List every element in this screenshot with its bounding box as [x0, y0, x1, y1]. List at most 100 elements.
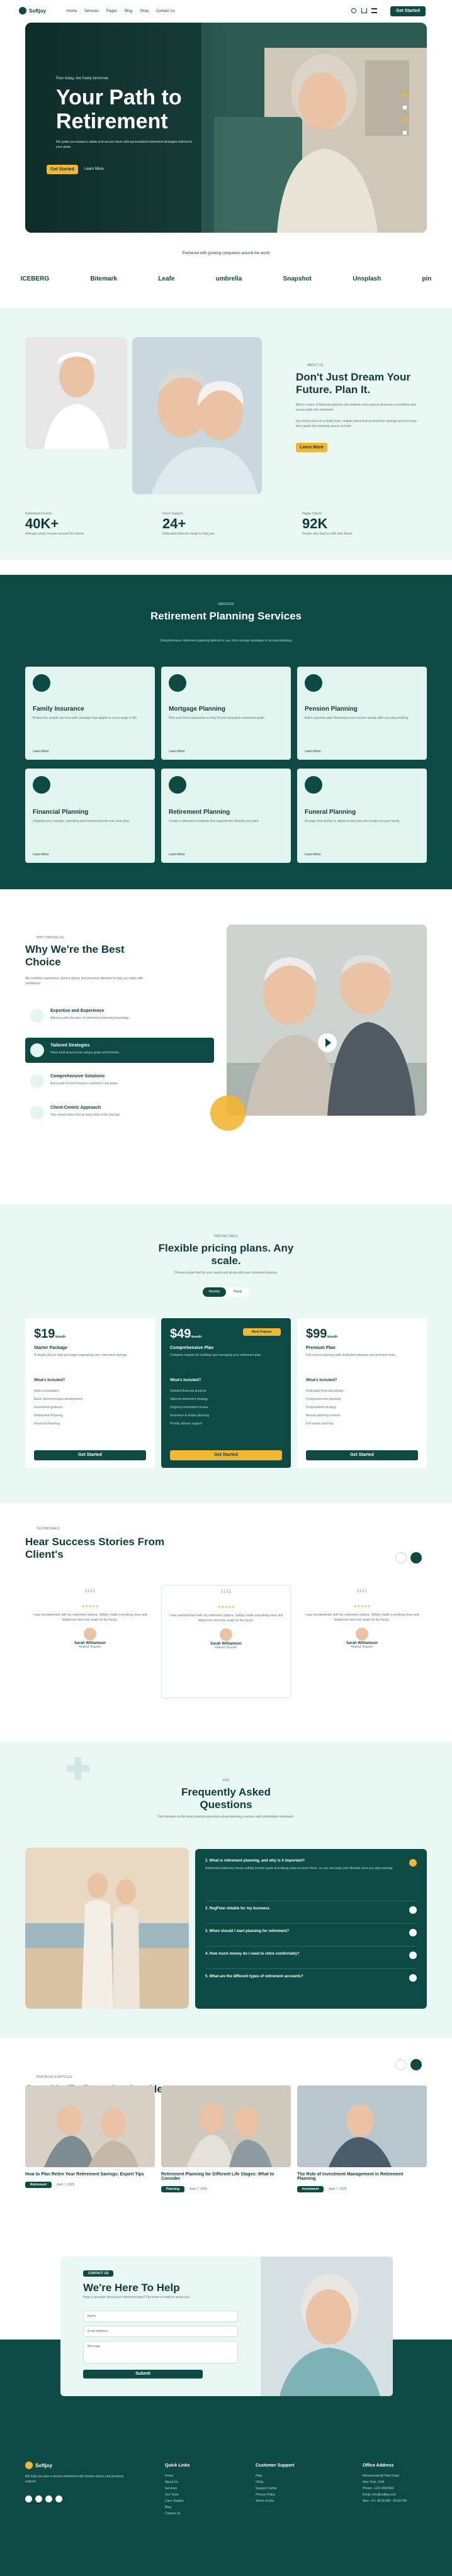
footer-col: Office Address Mohammad Ali Park Road Ne… — [363, 2463, 438, 2504]
faq-item-open[interactable]: 1. What is retirement planning, and why … — [205, 1859, 417, 1894]
faq-item[interactable]: 2. RegFlow reliable for my business — [205, 1901, 417, 1917]
logo[interactable]: Softjoy — [19, 7, 46, 14]
nav-home[interactable]: Home — [67, 9, 77, 13]
quote-icon: ““ — [356, 1585, 368, 1604]
nav-contact[interactable]: Contact Us — [156, 9, 175, 13]
phone-line[interactable]: Phone: +123 4567890 — [363, 2485, 438, 2492]
get-started-button[interactable]: Get Started — [390, 6, 426, 16]
next-arrow-icon[interactable] — [410, 1552, 422, 1563]
service-card[interactable]: Pension Planning Build a pension plan th… — [297, 667, 427, 760]
footer-link[interactable]: Case Studies — [165, 2498, 190, 2504]
why-item: Tailored Strategies Plans built around y… — [25, 1038, 214, 1063]
footer-link[interactable]: Our Team — [165, 2492, 190, 2498]
main-nav: Home Services Pages Blog Shop Contact Us — [67, 9, 175, 13]
blog-card[interactable]: The Role of Investment Management in Ret… — [297, 2085, 427, 2224]
brand-name: Softjoy — [29, 8, 47, 14]
service-link[interactable]: Learn More — [305, 750, 321, 753]
slider-dot[interactable] — [403, 118, 407, 122]
plan-cta-button[interactable]: Get Started — [170, 1450, 282, 1460]
footer-link[interactable]: Help — [256, 2473, 294, 2479]
slider-dot[interactable] — [403, 106, 407, 109]
linkedin-icon[interactable] — [55, 2496, 62, 2502]
service-link[interactable]: Learn More — [169, 853, 185, 857]
service-link[interactable]: Learn More — [33, 853, 49, 857]
faq-item[interactable]: 5. What are the different types of retir… — [205, 1968, 417, 1994]
service-card[interactable]: Funeral Planning Arrange final wishes in… — [297, 769, 427, 863]
hero-secondary-link[interactable]: Learn More — [84, 167, 104, 171]
partner-logo: Snapshot — [283, 275, 312, 282]
footer-link[interactable]: Terms of Use — [256, 2498, 294, 2504]
blog-next-arrow-icon[interactable] — [410, 2059, 422, 2070]
contact-text: Have a question about your retirement pl… — [83, 2296, 191, 2299]
nav-shop[interactable]: Shop — [140, 9, 149, 13]
stat-item: Retirement Income 40K+ Average yearly in… — [25, 512, 151, 536]
footer-logo[interactable]: Softjoy — [25, 2462, 52, 2469]
twitter-icon[interactable] — [35, 2496, 42, 2502]
stat-value: 24+ — [162, 516, 186, 531]
service-card[interactable]: Mortgage Planning Plan your home payment… — [161, 667, 291, 760]
collapse-icon[interactable] — [409, 1859, 417, 1867]
footer-link[interactable]: Blog — [165, 2504, 190, 2511]
submit-button[interactable]: Submit — [83, 2370, 203, 2379]
service-link[interactable]: Learn More — [169, 750, 185, 753]
email-line[interactable]: Email: info@softjoy.com — [363, 2492, 438, 2498]
expand-icon[interactable] — [409, 1974, 417, 1982]
service-card[interactable]: Financial Planning Organize your savings… — [25, 769, 155, 863]
service-card[interactable]: Retirement Planning Create a retirement … — [161, 769, 291, 863]
plan-cta-button[interactable]: Get Started — [34, 1450, 146, 1460]
stat-text: Average yearly income secured for client… — [25, 532, 84, 536]
pricing-card-featured: $49/month Most Popular Comprehensive Pla… — [161, 1318, 291, 1468]
blog-prev-arrow-icon[interactable] — [395, 2059, 407, 2070]
why-item: Expertise and Experience Advisors with d… — [25, 1005, 214, 1030]
service-card[interactable]: Family Insurance Protect the people you … — [25, 667, 155, 760]
blog-category[interactable]: Planning — [161, 2186, 185, 2192]
nav-pages[interactable]: Pages — [106, 9, 117, 13]
footer-link[interactable]: Contact Us — [165, 2511, 190, 2517]
why-item-text: Advisors with decades of retirement plan… — [50, 1016, 130, 1020]
plan-cta-button[interactable]: Get Started — [306, 1450, 418, 1460]
slider-dot[interactable] — [403, 93, 407, 97]
blog-date: April 7, 2025 — [329, 2187, 347, 2191]
toggle-yearly[interactable]: Yearly — [226, 1287, 249, 1297]
footer-link[interactable]: Privacy Policy — [256, 2492, 294, 2498]
name-field[interactable]: Name — [83, 2311, 238, 2322]
blog-card[interactable]: Retirement Planning for Different Life S… — [161, 2085, 291, 2224]
menu-icon[interactable] — [371, 8, 377, 13]
expand-icon[interactable] — [409, 1929, 417, 1936]
blog-card[interactable]: How to Plan Retire Your Retirement Savin… — [25, 2085, 155, 2224]
slider-dot[interactable] — [403, 131, 407, 135]
address-line: Mohammad Ali Park Road — [363, 2474, 400, 2478]
about-cta-button[interactable]: Learn More — [296, 443, 327, 452]
nav-services[interactable]: Services — [84, 9, 99, 13]
footer-link[interactable]: FAQs — [256, 2479, 294, 2485]
plan-included-label: What's Included? — [34, 1379, 65, 1382]
faq-item[interactable]: 4. How much money do I need to retire co… — [205, 1946, 417, 1962]
prev-arrow-icon[interactable] — [395, 1552, 407, 1563]
facebook-icon[interactable] — [25, 2496, 32, 2502]
hero-primary-button[interactable]: Get Started — [47, 165, 78, 174]
expand-icon[interactable] — [409, 1951, 417, 1959]
email-field[interactable]: Email Address — [83, 2326, 238, 2337]
blog-category[interactable]: Retirement — [25, 2182, 52, 2188]
cart-icon[interactable] — [361, 8, 367, 13]
strategy-icon — [30, 1043, 44, 1057]
footer-link[interactable]: Home — [165, 2473, 190, 2479]
message-field[interactable]: Message — [83, 2341, 238, 2363]
faq-question: 5. What are the different types of retir… — [205, 1975, 303, 1979]
footer-link[interactable]: Services — [165, 2485, 190, 2492]
solutions-icon — [30, 1074, 44, 1088]
blog-category[interactable]: Investment — [297, 2186, 324, 2192]
toggle-monthly[interactable]: Monthly — [203, 1287, 226, 1297]
blog-eyebrow: OUR BLOG & ARTICLES — [37, 2075, 72, 2079]
testimonial-role: Retired Teacher — [79, 1645, 101, 1649]
search-icon[interactable] — [351, 8, 356, 13]
instagram-icon[interactable] — [45, 2496, 52, 2502]
footer-link[interactable]: Support Centre — [256, 2485, 294, 2492]
about-eyebrow: ABOUT US — [307, 364, 324, 367]
faq-item[interactable]: 3. When should I start planning for reti… — [205, 1923, 417, 1940]
expand-icon[interactable] — [409, 1906, 417, 1914]
footer-link[interactable]: About Us — [165, 2479, 190, 2485]
nav-blog[interactable]: Blog — [125, 9, 132, 13]
service-link[interactable]: Learn More — [305, 853, 321, 857]
service-link[interactable]: Learn More — [33, 750, 49, 753]
